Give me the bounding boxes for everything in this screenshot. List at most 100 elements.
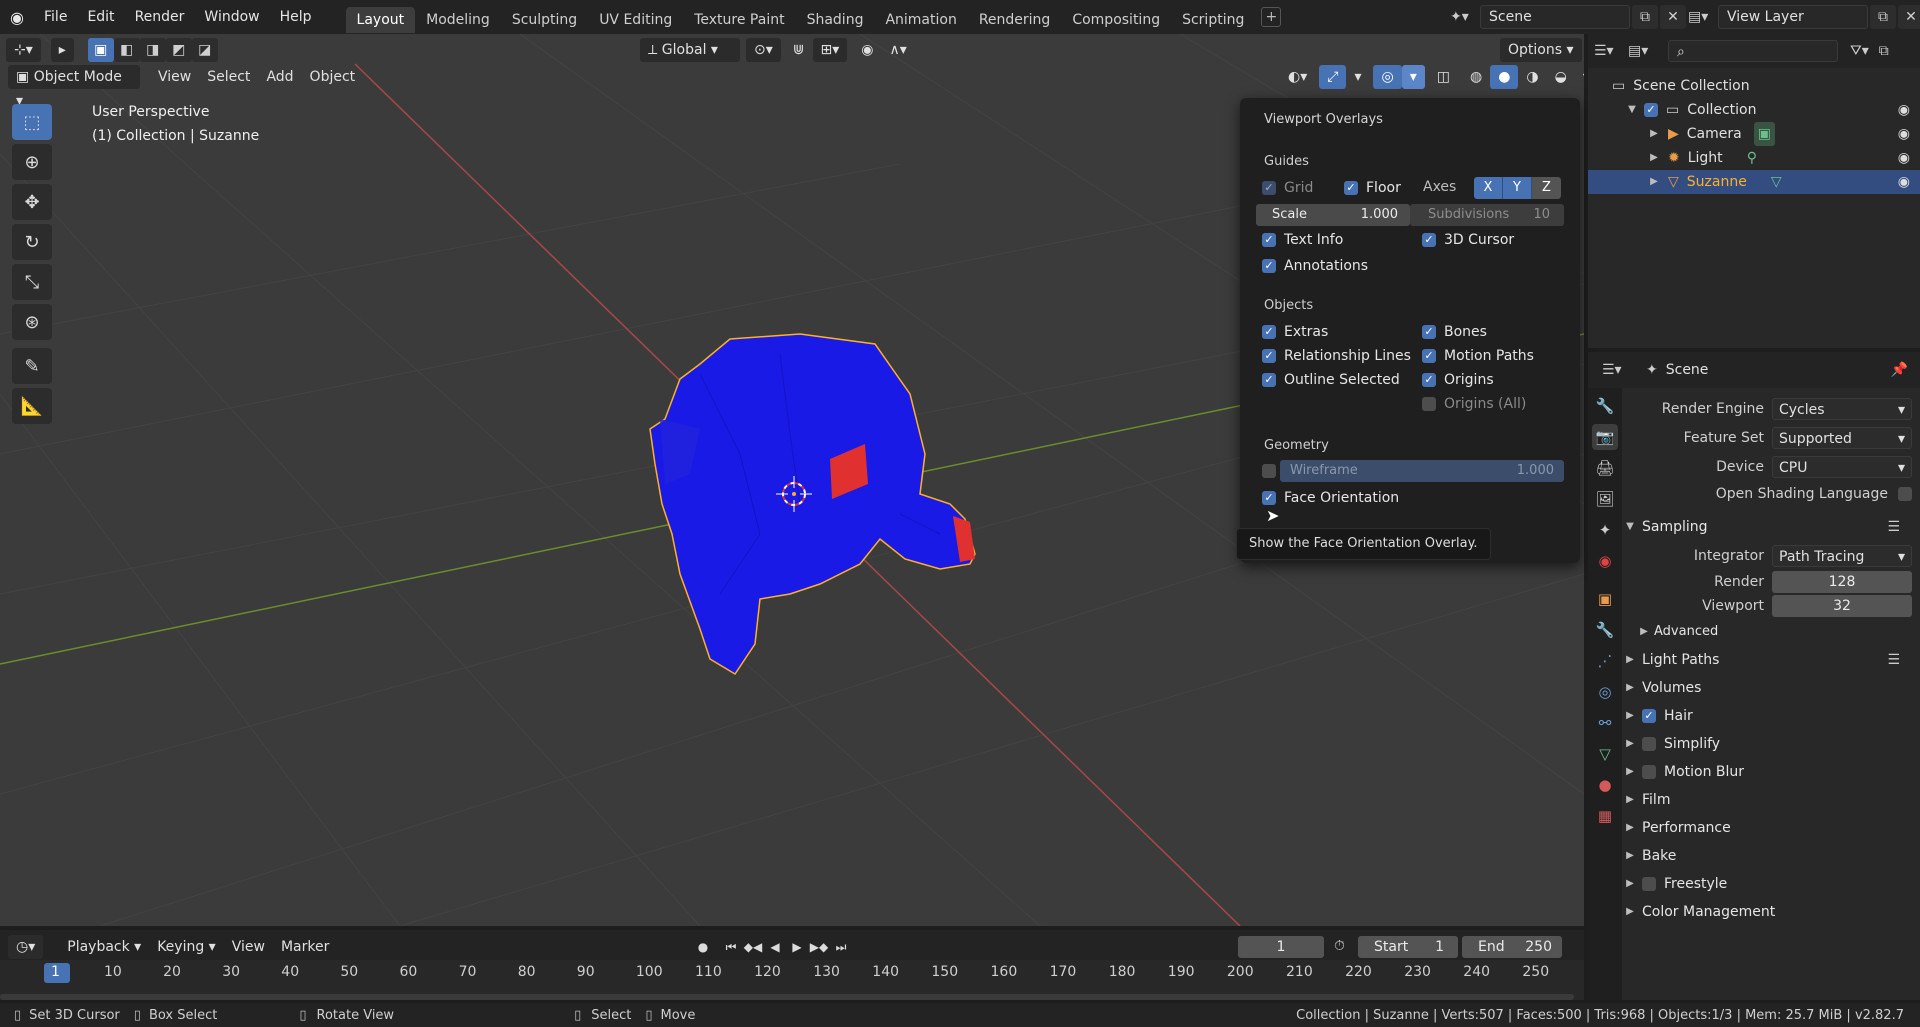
tab-animation[interactable]: Animation	[874, 7, 967, 33]
timeline-editor-type-icon[interactable]: ◷▾	[8, 935, 44, 959]
delete-scene-icon[interactable]: ✕	[1660, 5, 1686, 29]
hair-panel-header[interactable]: ▶ ✓ Hair	[1622, 702, 1920, 730]
tab-compositing[interactable]: Compositing	[1061, 7, 1171, 33]
tab-scripting[interactable]: Scripting	[1171, 7, 1255, 33]
overlays-dropdown-icon[interactable]: ▾	[1401, 65, 1425, 89]
outliner-row-suzanne[interactable]: ▶ ▽ Suzanne ▽ ◉	[1588, 170, 1920, 194]
visibility-icon[interactable]: ◐▾	[1280, 65, 1315, 89]
viewport-menu-view[interactable]: View	[150, 65, 199, 89]
frame-ruler[interactable]: 1 10 20 30 40 50 60 70 80 90 100 110 120 130 140 150 160…	[0, 960, 1584, 1000]
scene-tab-icon[interactable]: ✦	[1592, 517, 1618, 543]
relationship-lines-checkbox[interactable]: ✓ Relationship Lines	[1262, 348, 1411, 364]
motion-blur-checkbox[interactable]	[1642, 765, 1656, 779]
expand-icon[interactable]: ▶	[1646, 122, 1662, 146]
transform-orientation-dropdown[interactable]: ⟂ Global ▾	[640, 38, 740, 62]
grid-scale-field[interactable]: Scale 1.000	[1256, 204, 1410, 226]
modifier-tab-icon[interactable]: 🔧	[1592, 617, 1618, 643]
rotate-tool-icon[interactable]: ↻	[12, 224, 52, 260]
grid-checkbox[interactable]: ✓ Grid	[1262, 180, 1313, 196]
menu-file[interactable]: File	[34, 0, 77, 34]
osl-checkbox[interactable]	[1898, 487, 1912, 501]
tab-shading[interactable]: Shading	[796, 7, 875, 33]
select-box-new-icon[interactable]: ▣	[87, 38, 114, 62]
filter-icon[interactable]: ⛛▾	[1850, 43, 1869, 59]
constraints-tab-icon[interactable]: ⚯	[1592, 710, 1618, 736]
grid-subdivisions-field[interactable]: Subdivisions 10	[1410, 204, 1564, 226]
jump-start-icon[interactable]: ⏮	[720, 936, 742, 958]
annotate-tool-icon[interactable]: ✎	[12, 348, 52, 384]
hair-checkbox[interactable]: ✓	[1642, 709, 1656, 723]
film-panel-header[interactable]: ▶ Film	[1622, 786, 1920, 814]
axis-y-toggle[interactable]: Y	[1503, 177, 1532, 199]
outline-selected-checkbox[interactable]: ✓ Outline Selected	[1262, 372, 1400, 388]
shading-material-icon[interactable]: ◑	[1518, 65, 1546, 89]
xray-icon[interactable]: ◫	[1429, 65, 1458, 89]
proportional-edit-icon[interactable]: ◉	[853, 38, 881, 62]
timeline-menu-keying[interactable]: Keying ▾	[149, 935, 224, 959]
overlays-icon[interactable]: ◎	[1373, 65, 1402, 89]
scene-icon[interactable]: ✦▾	[1450, 9, 1480, 25]
collection-include-icon[interactable]: ✓	[1644, 103, 1658, 117]
render-tab-icon[interactable]: 📷	[1592, 424, 1618, 450]
transform-tool-icon[interactable]: ⊛	[12, 304, 52, 340]
motion-paths-checkbox[interactable]: ✓ Motion Paths	[1422, 348, 1534, 364]
menu-edit[interactable]: Edit	[77, 0, 124, 34]
prev-keyframe-icon[interactable]: ◆◀	[742, 936, 764, 958]
output-tab-icon[interactable]: 🖨	[1592, 455, 1618, 481]
sampling-panel-header[interactable]: ▼ Sampling ☰	[1622, 513, 1920, 541]
face-orientation-checkbox[interactable]: ✓ Face Orientation	[1262, 490, 1399, 506]
display-mode-icon[interactable]: ▤▾	[1628, 43, 1662, 59]
axis-x-toggle[interactable]: X	[1474, 177, 1503, 199]
simplify-checkbox[interactable]	[1642, 737, 1656, 751]
bake-panel-header[interactable]: ▶ Bake	[1622, 842, 1920, 870]
menu-render[interactable]: Render	[125, 0, 195, 34]
menu-help[interactable]: Help	[270, 0, 322, 34]
shading-dropdown-icon[interactable]: ▾	[1575, 65, 1584, 89]
gizmo-icon[interactable]: ⤢	[1319, 65, 1347, 89]
new-view-layer-icon[interactable]: ⧉	[1870, 5, 1896, 29]
annotations-checkbox[interactable]: ✓ Annotations	[1262, 258, 1368, 274]
collapse-icon[interactable]: ▼	[1624, 98, 1640, 122]
data-tab-icon[interactable]: ▽	[1592, 741, 1618, 767]
device-dropdown[interactable]: CPU ▾	[1772, 455, 1912, 478]
options-dropdown[interactable]: Options ▾	[1500, 38, 1582, 62]
select-box-invert-icon[interactable]: ◩	[165, 38, 192, 62]
outliner-row-camera[interactable]: ▶ ▶ Camera ▣ ◉	[1588, 122, 1920, 146]
new-scene-icon[interactable]: ⧉	[1632, 5, 1658, 29]
pivot-point-icon[interactable]: ⊙▾	[746, 38, 781, 62]
tab-sculpting[interactable]: Sculpting	[501, 7, 588, 33]
viewport-menu-select[interactable]: Select	[199, 65, 258, 89]
new-collection-icon[interactable]: ⧉	[1879, 43, 1889, 59]
play-reverse-icon[interactable]: ◀	[764, 936, 786, 958]
eye-icon[interactable]: ◉	[1898, 122, 1910, 146]
editor-type-icon[interactable]: ⊹▾	[6, 38, 41, 62]
start-frame-field[interactable]: Start 1	[1358, 936, 1458, 958]
tool-tab-icon[interactable]: 🔧	[1592, 393, 1618, 419]
origins-all-checkbox[interactable]: Origins (All)	[1422, 396, 1526, 412]
select-box-extend-icon[interactable]: ◧	[113, 38, 140, 62]
wireframe-checkbox[interactable]	[1262, 464, 1276, 478]
eye-icon[interactable]: ◉	[1898, 146, 1910, 170]
outliner-row-scene-collection[interactable]: ▭ Scene Collection	[1588, 74, 1920, 98]
snap-target-icon[interactable]: ⊞▾	[812, 38, 848, 62]
jump-end-icon[interactable]: ⏭	[830, 936, 852, 958]
volumes-panel-header[interactable]: ▶ Volumes	[1622, 674, 1920, 702]
select-box-intersect-icon[interactable]: ◪	[191, 38, 218, 62]
freestyle-checkbox[interactable]	[1642, 877, 1656, 891]
record-icon[interactable]: ●	[692, 936, 714, 958]
play-icon[interactable]: ▶	[786, 936, 808, 958]
viewport-samples-field[interactable]: 32	[1772, 595, 1912, 617]
render-engine-dropdown[interactable]: Cycles ▾	[1772, 397, 1912, 420]
tab-rendering[interactable]: Rendering	[968, 7, 1062, 33]
select-box-tool-icon[interactable]: ⬚	[12, 104, 52, 140]
view-layer-tab-icon[interactable]: 🖼	[1592, 486, 1618, 512]
shading-rendered-icon[interactable]: ◒	[1547, 65, 1575, 89]
texture-tab-icon[interactable]: ▦	[1592, 803, 1618, 829]
select-box-subtract-icon[interactable]: ◨	[139, 38, 166, 62]
properties-editor-type-icon[interactable]: ☰▾	[1602, 362, 1636, 378]
menu-window[interactable]: Window	[194, 0, 269, 34]
performance-panel-header[interactable]: ▶ Performance	[1622, 814, 1920, 842]
outliner-search-input[interactable]: ⌕	[1668, 40, 1838, 62]
eye-icon[interactable]: ◉	[1898, 170, 1910, 194]
origins-checkbox[interactable]: ✓ Origins	[1422, 372, 1494, 388]
